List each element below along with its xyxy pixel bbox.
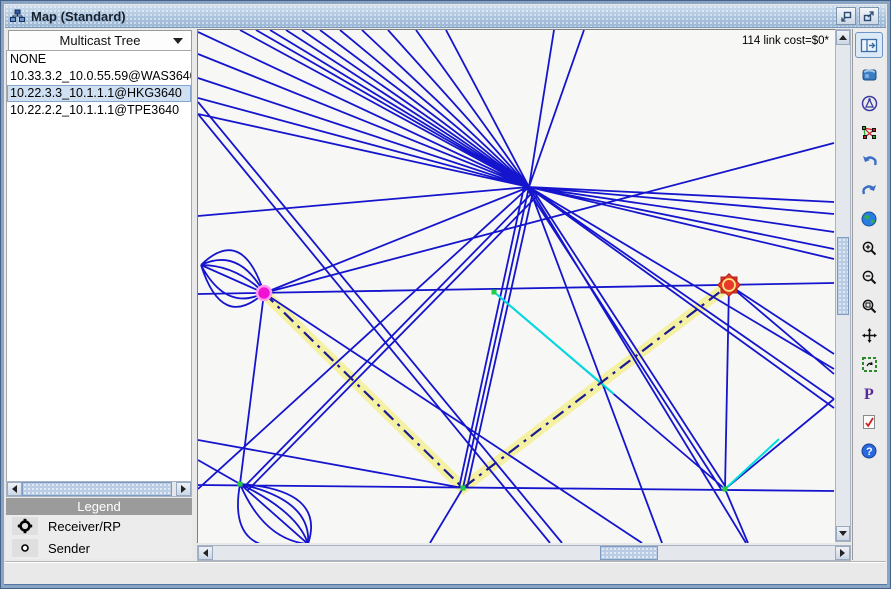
scrollbar-thumb[interactable] — [22, 482, 172, 496]
status-bar — [5, 562, 886, 582]
expand-panel-button[interactable] — [855, 32, 883, 58]
list-item-selected[interactable]: 10.22.3.3_10.1.1.1@HKG3640 — [7, 85, 191, 102]
sender-icon — [12, 539, 38, 557]
maximize-icon — [863, 11, 875, 22]
legend-title: Legend — [6, 498, 192, 515]
map-toolbar: P ? — [852, 29, 885, 560]
discovery-button[interactable] — [855, 61, 883, 87]
scrollbar-track[interactable] — [213, 546, 600, 560]
scrollbar-thumb[interactable] — [600, 546, 658, 560]
list-item[interactable]: 10.22.2.2_10.1.1.1@TPE3640 — [7, 102, 191, 119]
redo-button[interactable] — [855, 177, 883, 203]
triangle-left-icon — [203, 549, 208, 557]
map-viewport[interactable]: 114 link cost=$0* — [197, 29, 835, 543]
zoom-in-icon — [861, 240, 877, 256]
pan-icon — [861, 327, 878, 344]
report-button[interactable] — [855, 409, 883, 435]
p-button[interactable]: P — [855, 380, 883, 406]
legend-row: Sender — [6, 537, 192, 559]
svg-text:P: P — [864, 386, 874, 401]
scroll-down-button[interactable] — [836, 526, 850, 541]
restore-button[interactable] — [836, 7, 856, 25]
svg-text:?: ? — [866, 446, 873, 458]
restore-icon — [840, 11, 852, 22]
report-icon — [862, 414, 876, 430]
map-window: Map (Standard) Multicast Tree NONE — [0, 0, 891, 589]
link-cost-label: 114 link cost=$0* — [742, 35, 829, 47]
overview-icon — [861, 95, 878, 112]
triangle-right-icon — [840, 549, 845, 557]
zoom-in-button[interactable] — [855, 235, 883, 261]
map-vertical-scrollbar[interactable] — [835, 29, 851, 542]
help-button[interactable]: ? — [855, 438, 883, 464]
expand-panel-icon — [860, 38, 878, 53]
zoom-area-button[interactable] — [855, 293, 883, 319]
list-item[interactable]: NONE — [7, 51, 191, 68]
scrollbar-track[interactable] — [658, 546, 835, 560]
legend-label: Sender — [48, 541, 90, 556]
world-button[interactable] — [855, 206, 883, 232]
sidebar: Multicast Tree NONE 10.33.3.2_10.0.55.59… — [5, 28, 195, 561]
sender-node[interactable] — [257, 286, 271, 300]
discovery-icon — [861, 67, 878, 82]
receiver-rp-icon — [12, 517, 38, 535]
chevron-down-icon — [173, 38, 183, 44]
scroll-right-button[interactable] — [835, 546, 850, 560]
legend-panel: Legend Receiver/RP Sender — [6, 498, 192, 559]
receiver-rp-node[interactable] — [718, 274, 741, 297]
maximize-button[interactable] — [859, 7, 879, 25]
triangle-up-icon — [839, 35, 847, 40]
sitemap-icon — [10, 9, 25, 23]
scroll-right-button[interactable] — [176, 482, 191, 496]
scroll-up-button[interactable] — [836, 30, 850, 45]
zoom-out-button[interactable] — [855, 264, 883, 290]
triangle-right-icon — [181, 485, 186, 493]
pan-button[interactable] — [855, 322, 883, 348]
undo-icon — [861, 154, 878, 169]
fit-button[interactable] — [855, 351, 883, 377]
scroll-left-button[interactable] — [7, 482, 22, 496]
scroll-left-button[interactable] — [198, 546, 213, 560]
map-horizontal-scrollbar[interactable] — [197, 545, 851, 561]
multicast-tree-list: NONE 10.33.3.2_10.0.55.59@WAS3640 10.22.… — [6, 50, 192, 482]
redo-icon — [861, 183, 878, 198]
layout-button[interactable] — [855, 119, 883, 145]
title-bar[interactable]: Map (Standard) — [5, 5, 886, 28]
zoom-area-icon — [861, 298, 877, 314]
undo-button[interactable] — [855, 148, 883, 174]
list-item[interactable]: 10.33.3.2_10.0.55.59@WAS3640 — [7, 68, 191, 85]
triangle-down-icon — [839, 531, 847, 536]
world-icon — [861, 211, 877, 227]
layout-icon — [861, 124, 878, 141]
legend-row: Receiver/RP — [6, 515, 192, 537]
tree-type-dropdown[interactable]: Multicast Tree — [8, 30, 192, 51]
p-icon: P — [862, 385, 876, 401]
zoom-out-icon — [861, 269, 877, 285]
window-title: Map (Standard) — [31, 9, 126, 24]
multiedge-bundle-south — [238, 484, 311, 543]
fit-icon — [861, 356, 878, 373]
list-horizontal-scrollbar[interactable] — [6, 481, 192, 497]
tree-type-value: Multicast Tree — [60, 33, 141, 48]
legend-label: Receiver/RP — [48, 519, 121, 534]
overview-button[interactable] — [855, 90, 883, 116]
help-icon: ? — [861, 443, 877, 459]
cyan-links — [494, 292, 779, 489]
scrollbar-thumb[interactable] — [837, 237, 849, 315]
multiedge-bundle-west — [201, 250, 264, 307]
map-canvas — [198, 30, 835, 543]
triangle-left-icon — [12, 485, 17, 493]
